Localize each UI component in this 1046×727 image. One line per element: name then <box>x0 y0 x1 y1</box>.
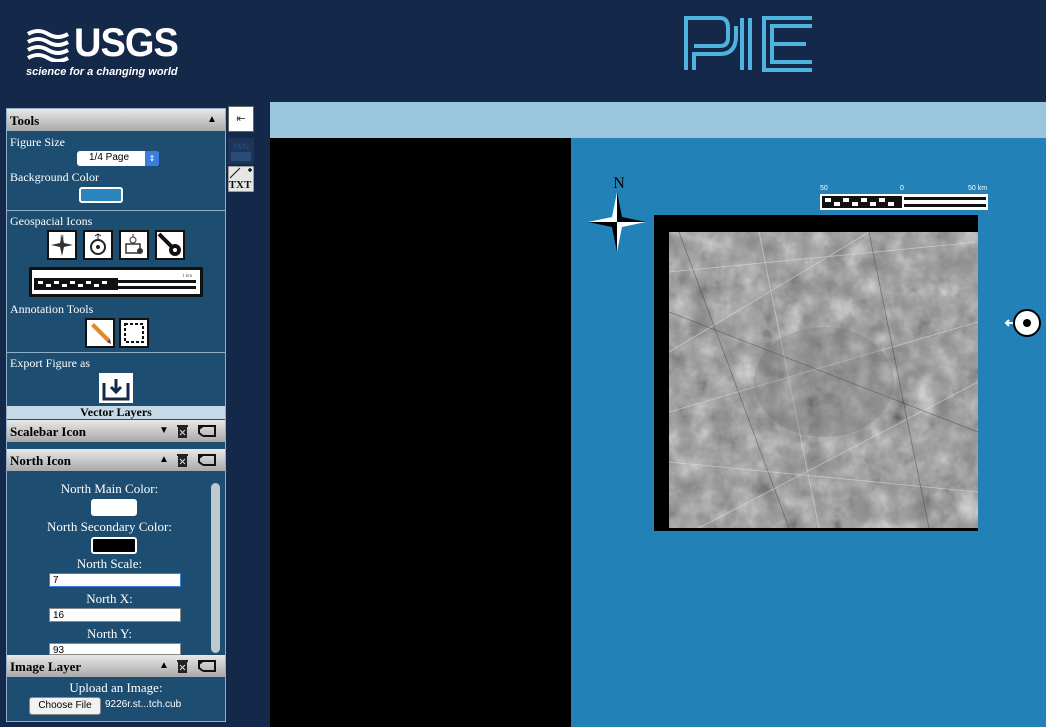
tools-panel: Tools ▲ Figure Size 1/4 Page ⇕ Backgroun… <box>6 108 226 722</box>
north-scale-label: North Scale: <box>76 556 143 571</box>
divider <box>7 352 225 353</box>
export-icon[interactable] <box>99 373 133 403</box>
sun-icon[interactable] <box>155 230 185 260</box>
svg-text:N: N <box>60 236 64 241</box>
north-secondary-color-swatch[interactable] <box>91 537 137 554</box>
tools-title: Tools <box>10 113 40 128</box>
layer-scalebar-icon-header[interactable]: Scalebar Icon ▼ <box>7 420 225 442</box>
spinner-icon[interactable]: ⇕ <box>53 610 177 618</box>
layer-north-icon-header[interactable]: North Icon ▲ <box>7 449 225 471</box>
collapse-up-icon[interactable]: ▲ <box>159 454 169 465</box>
planetary-surface-image[interactable] <box>669 232 978 528</box>
delete-layer-icon[interactable] <box>175 658 191 674</box>
export-figure-label: Export Figure as <box>10 356 90 370</box>
figure-toolbar <box>270 102 1046 138</box>
north-scale-input[interactable]: 7 ⇕ <box>49 573 181 587</box>
sidebar: Tools ▲ Figure Size 1/4 Page ⇕ Backgroun… <box>0 102 270 727</box>
pie-logo <box>684 16 812 72</box>
annotation-tools-label: Annotation Tools <box>10 302 94 316</box>
panel-scrollbar[interactable] <box>211 483 220 653</box>
figure-scalebar-icon[interactable]: 50 0 50 km <box>818 182 992 212</box>
figure-size-select[interactable]: 1/4 Page ⇕ <box>77 151 159 166</box>
image-layer-header[interactable]: Image Layer ▲ <box>7 655 225 677</box>
select-caret-icon: ⇕ <box>145 151 159 166</box>
north-secondary-color-label: North Secondary Color: <box>47 519 172 534</box>
canvas-margin <box>270 138 571 727</box>
svg-text:TXT: TXT <box>229 179 252 191</box>
scalebar-label-zero: 0 <box>900 185 904 192</box>
selected-file-name: 9226r.st...tch.cub <box>105 699 182 710</box>
collapse-up-icon[interactable]: ▲ <box>159 660 169 671</box>
collapse-up-icon[interactable]: ▲ <box>207 114 217 125</box>
scalebar-preview-label: 1 km <box>182 274 192 279</box>
spinner-icon[interactable]: ⇕ <box>53 645 177 653</box>
layer-name: North Icon <box>10 453 72 468</box>
upload-image-label: Upload an Image: <box>69 680 163 695</box>
pencil-icon[interactable] <box>85 318 115 348</box>
reorder-layer-icon[interactable] <box>197 452 217 468</box>
add-text-icon[interactable]: TXT <box>228 166 254 192</box>
vector-layers-header: Vector Layers <box>7 406 225 419</box>
selection-box-icon[interactable] <box>119 318 149 348</box>
figure-size-value: 1/4 Page <box>89 152 130 163</box>
scalebar-label-right: 50 km <box>968 185 987 192</box>
north-settings-panel: North Main Color: North Secondary Color:… <box>7 481 225 656</box>
north-y-label: North Y: <box>87 626 132 641</box>
app-header: USGS science for a changing world <box>0 0 1046 102</box>
delete-layer-icon[interactable] <box>175 423 191 439</box>
svg-text:SVG: SVG <box>233 142 249 151</box>
north-x-input[interactable]: 16 ⇕ <box>49 608 181 622</box>
north-arrow-icon[interactable]: N <box>47 230 77 260</box>
usgs-tagline: science for a changing world <box>26 66 178 78</box>
sun-direction-icon[interactable] <box>83 230 113 260</box>
spinner-icon[interactable]: ⇕ <box>53 575 177 583</box>
reorder-layer-icon[interactable] <box>197 658 217 674</box>
geospacial-icons-label: Geospacial Icons <box>10 214 93 228</box>
tools-header[interactable]: Tools ▲ <box>7 109 225 131</box>
north-main-color-label: North Main Color: <box>60 481 159 496</box>
reorder-layer-icon[interactable] <box>197 423 217 439</box>
north-x-label: North X: <box>86 591 133 606</box>
north-main-color-swatch[interactable] <box>91 499 137 516</box>
figure-size-label: Figure Size <box>10 135 65 149</box>
observer-icon[interactable] <box>119 230 149 260</box>
figure-north-arrow-icon[interactable]: N <box>586 172 648 254</box>
background-color-label: Background Color <box>10 170 99 184</box>
usgs-wordmark: USGS <box>74 21 179 65</box>
figure-sun-direction-icon[interactable] <box>1004 304 1042 342</box>
usgs-logo[interactable]: USGS science for a changing world <box>26 20 179 86</box>
north-y-input[interactable]: 93 ⇕ <box>49 643 181 656</box>
layer-name: Scalebar Icon <box>10 424 86 439</box>
scalebar-label-left: 50 <box>820 185 828 192</box>
usgs-waves-icon <box>26 29 70 62</box>
scalebar-preview-icon[interactable]: 1 km <box>29 267 203 297</box>
image-layer-title: Image Layer <box>10 659 82 674</box>
background-color-swatch[interactable] <box>79 187 123 203</box>
expand-down-icon[interactable]: ▼ <box>159 425 169 436</box>
north-letter: N <box>613 175 625 192</box>
divider <box>7 210 225 211</box>
svg-export-icon[interactable]: SVG <box>228 138 254 164</box>
delete-layer-icon[interactable] <box>175 452 191 468</box>
choose-file-button[interactable]: Choose File <box>29 697 101 715</box>
collapse-sidebar-button[interactable]: ⇤ <box>228 106 254 132</box>
